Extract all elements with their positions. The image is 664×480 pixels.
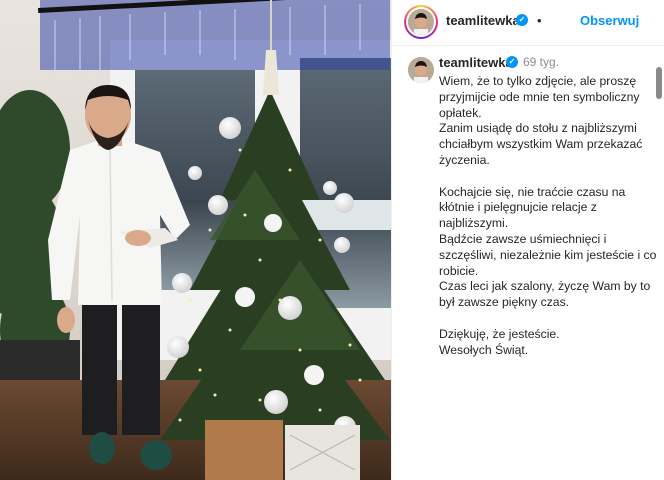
caption-scrollbar[interactable] [656,64,662,480]
caption-line: był zawsze piękny czas. [439,295,570,310]
post-side-panel: teamlitewka ✓ • Obserwuj teamlitewka ✓ 6… [391,0,664,480]
caption-avatar[interactable] [408,57,434,83]
header-avatar[interactable] [408,9,434,35]
caption-section: teamlitewka ✓ 69 tyg. Wiem, że to tylko … [392,47,664,480]
caption-line: robicie. [439,263,479,278]
header-username[interactable]: teamlitewka [446,13,520,28]
caption-line: szczęśliwi, niezależnie kim jesteście i … [439,247,657,262]
caption-line: Dziękuję, że jesteście. [439,326,560,341]
caption-line: Zanim usiądę do stołu z najbliższymi [439,121,637,136]
caption-line: Wesołych Świąt. [439,342,529,357]
caption-line: opłatek. [439,105,482,120]
caption-line: życzenia. [439,152,490,167]
caption-gap [439,311,645,327]
scrollbar-thumb[interactable] [656,67,662,99]
caption-gap [439,169,645,185]
caption-line: Wiem, że to tylko zdjęcie, ale proszę [439,74,637,88]
verified-badge-icon: ✓ [506,56,518,68]
caption-line: Czas leci jak szalony, życzę Wam by to [439,279,651,294]
caption-text: Wiem, że to tylko zdjęcie, ale proszę pr… [439,74,657,358]
christmas-tree-photo [0,0,391,480]
separator-dot: • [537,13,542,28]
post-photo[interactable] [0,0,391,480]
post-header: teamlitewka ✓ • Obserwuj [392,0,664,46]
caption-line: Kochajcie się, nie traćcie czasu na [439,184,626,199]
caption-line: Bądźcie zawsze uśmiechnięci i [439,231,607,246]
post-time[interactable]: 69 tyg. [523,55,559,69]
caption-line: najbliższymi. [439,216,509,231]
caption-line: kłótnie i pielęgnujcie relacje z [439,200,597,215]
verified-badge-icon: ✓ [516,14,528,26]
follow-button[interactable]: Obserwuj [580,13,639,28]
caption-line: chciałbym wszystkim Wam przekazać [439,137,643,152]
caption-line: przyjmijcie ode mnie ten symboliczny [439,89,640,104]
caption-username[interactable]: teamlitewka [439,55,513,70]
